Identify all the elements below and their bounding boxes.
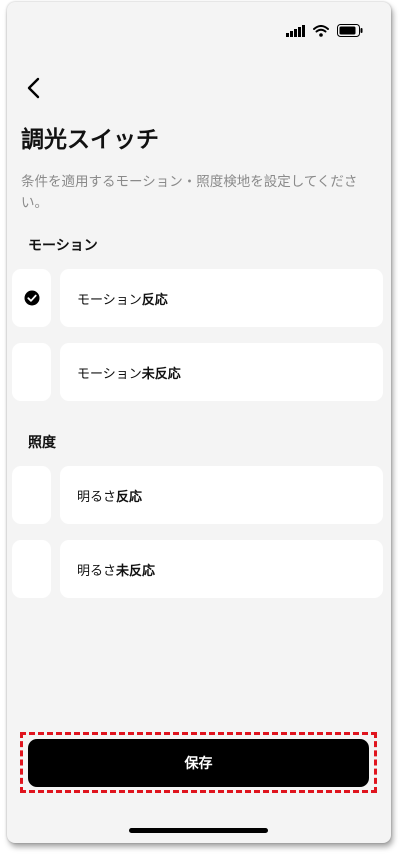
- checkbox-brightness-no-react[interactable]: [12, 540, 51, 598]
- back-button[interactable]: [23, 76, 47, 100]
- save-button[interactable]: 保存: [28, 739, 369, 787]
- option-label: 明るさ反応: [77, 489, 143, 505]
- checkbox-motion-no-react[interactable]: [12, 343, 51, 401]
- checkbox-brightness-react[interactable]: [12, 466, 51, 524]
- option-motion-no-react[interactable]: モーション未反応: [60, 343, 383, 401]
- option-label: モーション反応: [77, 292, 168, 308]
- option-brightness-no-react[interactable]: 明るさ未反応: [60, 540, 383, 598]
- status-bar: [286, 24, 363, 37]
- home-indicator: [129, 828, 268, 833]
- wifi-icon: [313, 24, 329, 37]
- section-label-motion: モーション: [28, 238, 98, 254]
- chevron-left-icon: [27, 77, 40, 99]
- section-label-illuminance: 照度: [28, 435, 56, 451]
- battery-icon: [337, 24, 363, 37]
- checkbox-motion-react[interactable]: [12, 269, 51, 327]
- option-label: モーション未反応: [77, 366, 181, 382]
- option-motion-react[interactable]: モーション反応: [60, 269, 383, 327]
- phone-screen: 調光スイッチ 条件を適用するモーション・照度検地を設定してください。 モーション…: [7, 2, 391, 843]
- check-circle-icon: [24, 290, 39, 306]
- option-brightness-react[interactable]: 明るさ反応: [60, 466, 383, 524]
- page-title: 調光スイッチ: [21, 127, 159, 153]
- page-description: 条件を適用するモーション・照度検地を設定してください。: [21, 174, 358, 211]
- cellular-signal-icon: [286, 24, 305, 37]
- option-label: 明るさ未反応: [77, 563, 156, 579]
